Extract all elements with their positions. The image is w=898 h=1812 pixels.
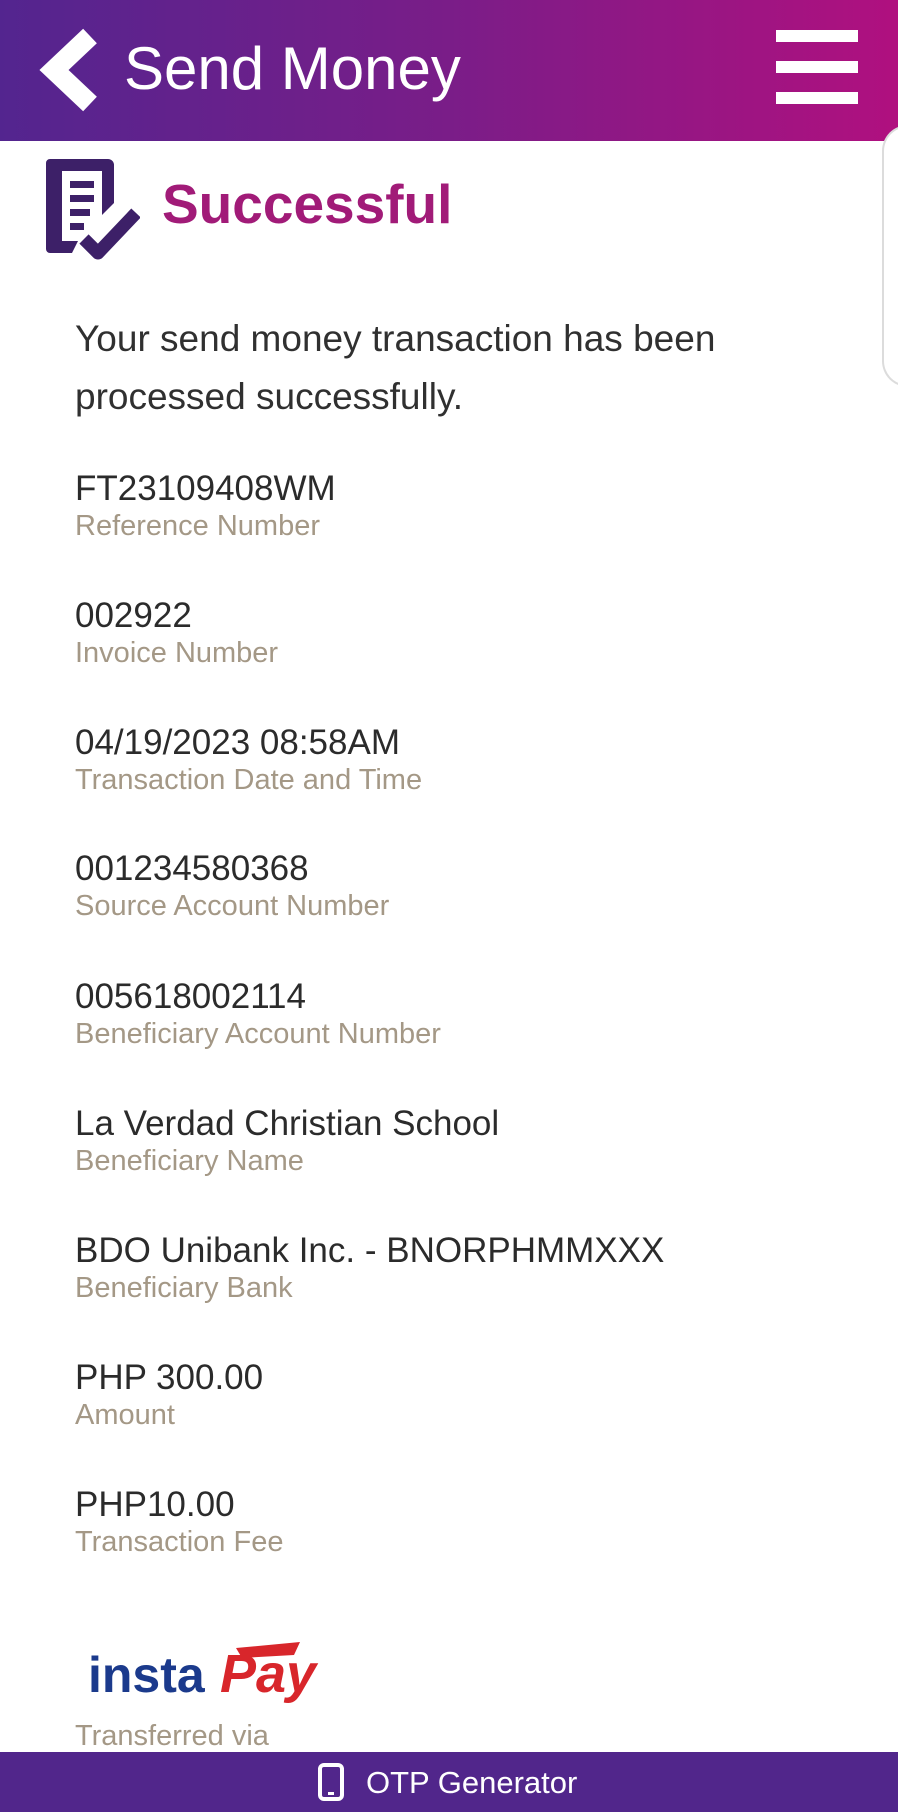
- instapay-logo-text-left: insta: [88, 1647, 206, 1703]
- otp-generator-button[interactable]: OTP Generator: [0, 1752, 898, 1812]
- otp-generator-label: OTP Generator: [366, 1765, 578, 1800]
- detail-transaction-date: 04/19/2023 08:58AM Transaction Date and …: [75, 724, 835, 798]
- back-button[interactable]: [38, 26, 108, 114]
- transaction-date-value: 04/19/2023 08:58AM: [75, 723, 400, 762]
- detail-beneficiary-account: 005618002114 Beneficiary Account Number: [75, 978, 835, 1052]
- amount-value: PHP 300.00: [75, 1358, 264, 1397]
- detail-beneficiary-bank: BDO Unibank Inc. - BNORPHMMXXX Beneficia…: [75, 1232, 835, 1306]
- instapay-logo-text-right: Pay: [220, 1644, 319, 1704]
- reference-number-value: FT23109408WM: [75, 469, 336, 508]
- beneficiary-account-label: Beneficiary Account Number: [75, 1018, 441, 1050]
- detail-reference-number: FT23109408WM Reference Number: [75, 470, 835, 544]
- page-title: Send Money: [124, 35, 461, 102]
- document-check-icon: [46, 159, 140, 260]
- status-message: Your send money transaction has been pro…: [75, 318, 716, 417]
- detail-amount: PHP 300.00 Amount: [75, 1359, 835, 1433]
- transferred-via-label: Transferred via: [75, 1720, 269, 1752]
- reference-number-label: Reference Number: [75, 510, 320, 542]
- instapay-logo: insta Pay: [88, 1642, 319, 1704]
- beneficiary-name-label: Beneficiary Name: [75, 1145, 304, 1177]
- invoice-number-value: 002922: [75, 596, 192, 635]
- detail-transaction-fee: PHP10.00 Transaction Fee: [75, 1486, 835, 1560]
- chevron-left-icon: [39, 28, 97, 112]
- transaction-date-label: Transaction Date and Time: [75, 764, 423, 796]
- app-header: Send Money: [0, 0, 898, 141]
- invoice-number-label: Invoice Number: [75, 637, 279, 669]
- source-account-label: Source Account Number: [75, 890, 390, 922]
- transaction-fee-value: PHP10.00: [75, 1485, 235, 1524]
- beneficiary-name-value: La Verdad Christian School: [75, 1104, 500, 1143]
- beneficiary-account-value: 005618002114: [75, 977, 306, 1016]
- status-title: Successful: [162, 173, 453, 235]
- beneficiary-bank-label: Beneficiary Bank: [75, 1272, 293, 1304]
- source-account-value: 001234580368: [75, 849, 309, 888]
- transaction-fee-label: Transaction Fee: [75, 1526, 284, 1558]
- beneficiary-bank-value: BDO Unibank Inc. - BNORPHMMXXX: [75, 1231, 665, 1270]
- detail-beneficiary-name: La Verdad Christian School Beneficiary N…: [75, 1105, 835, 1179]
- mobile-phone-icon: [318, 1763, 344, 1801]
- amount-label: Amount: [75, 1399, 175, 1431]
- side-panel-tab[interactable]: [882, 125, 898, 387]
- detail-invoice-number: 002922 Invoice Number: [75, 597, 835, 671]
- detail-source-account: 001234580368 Source Account Number: [75, 850, 835, 924]
- menu-button[interactable]: [772, 28, 862, 106]
